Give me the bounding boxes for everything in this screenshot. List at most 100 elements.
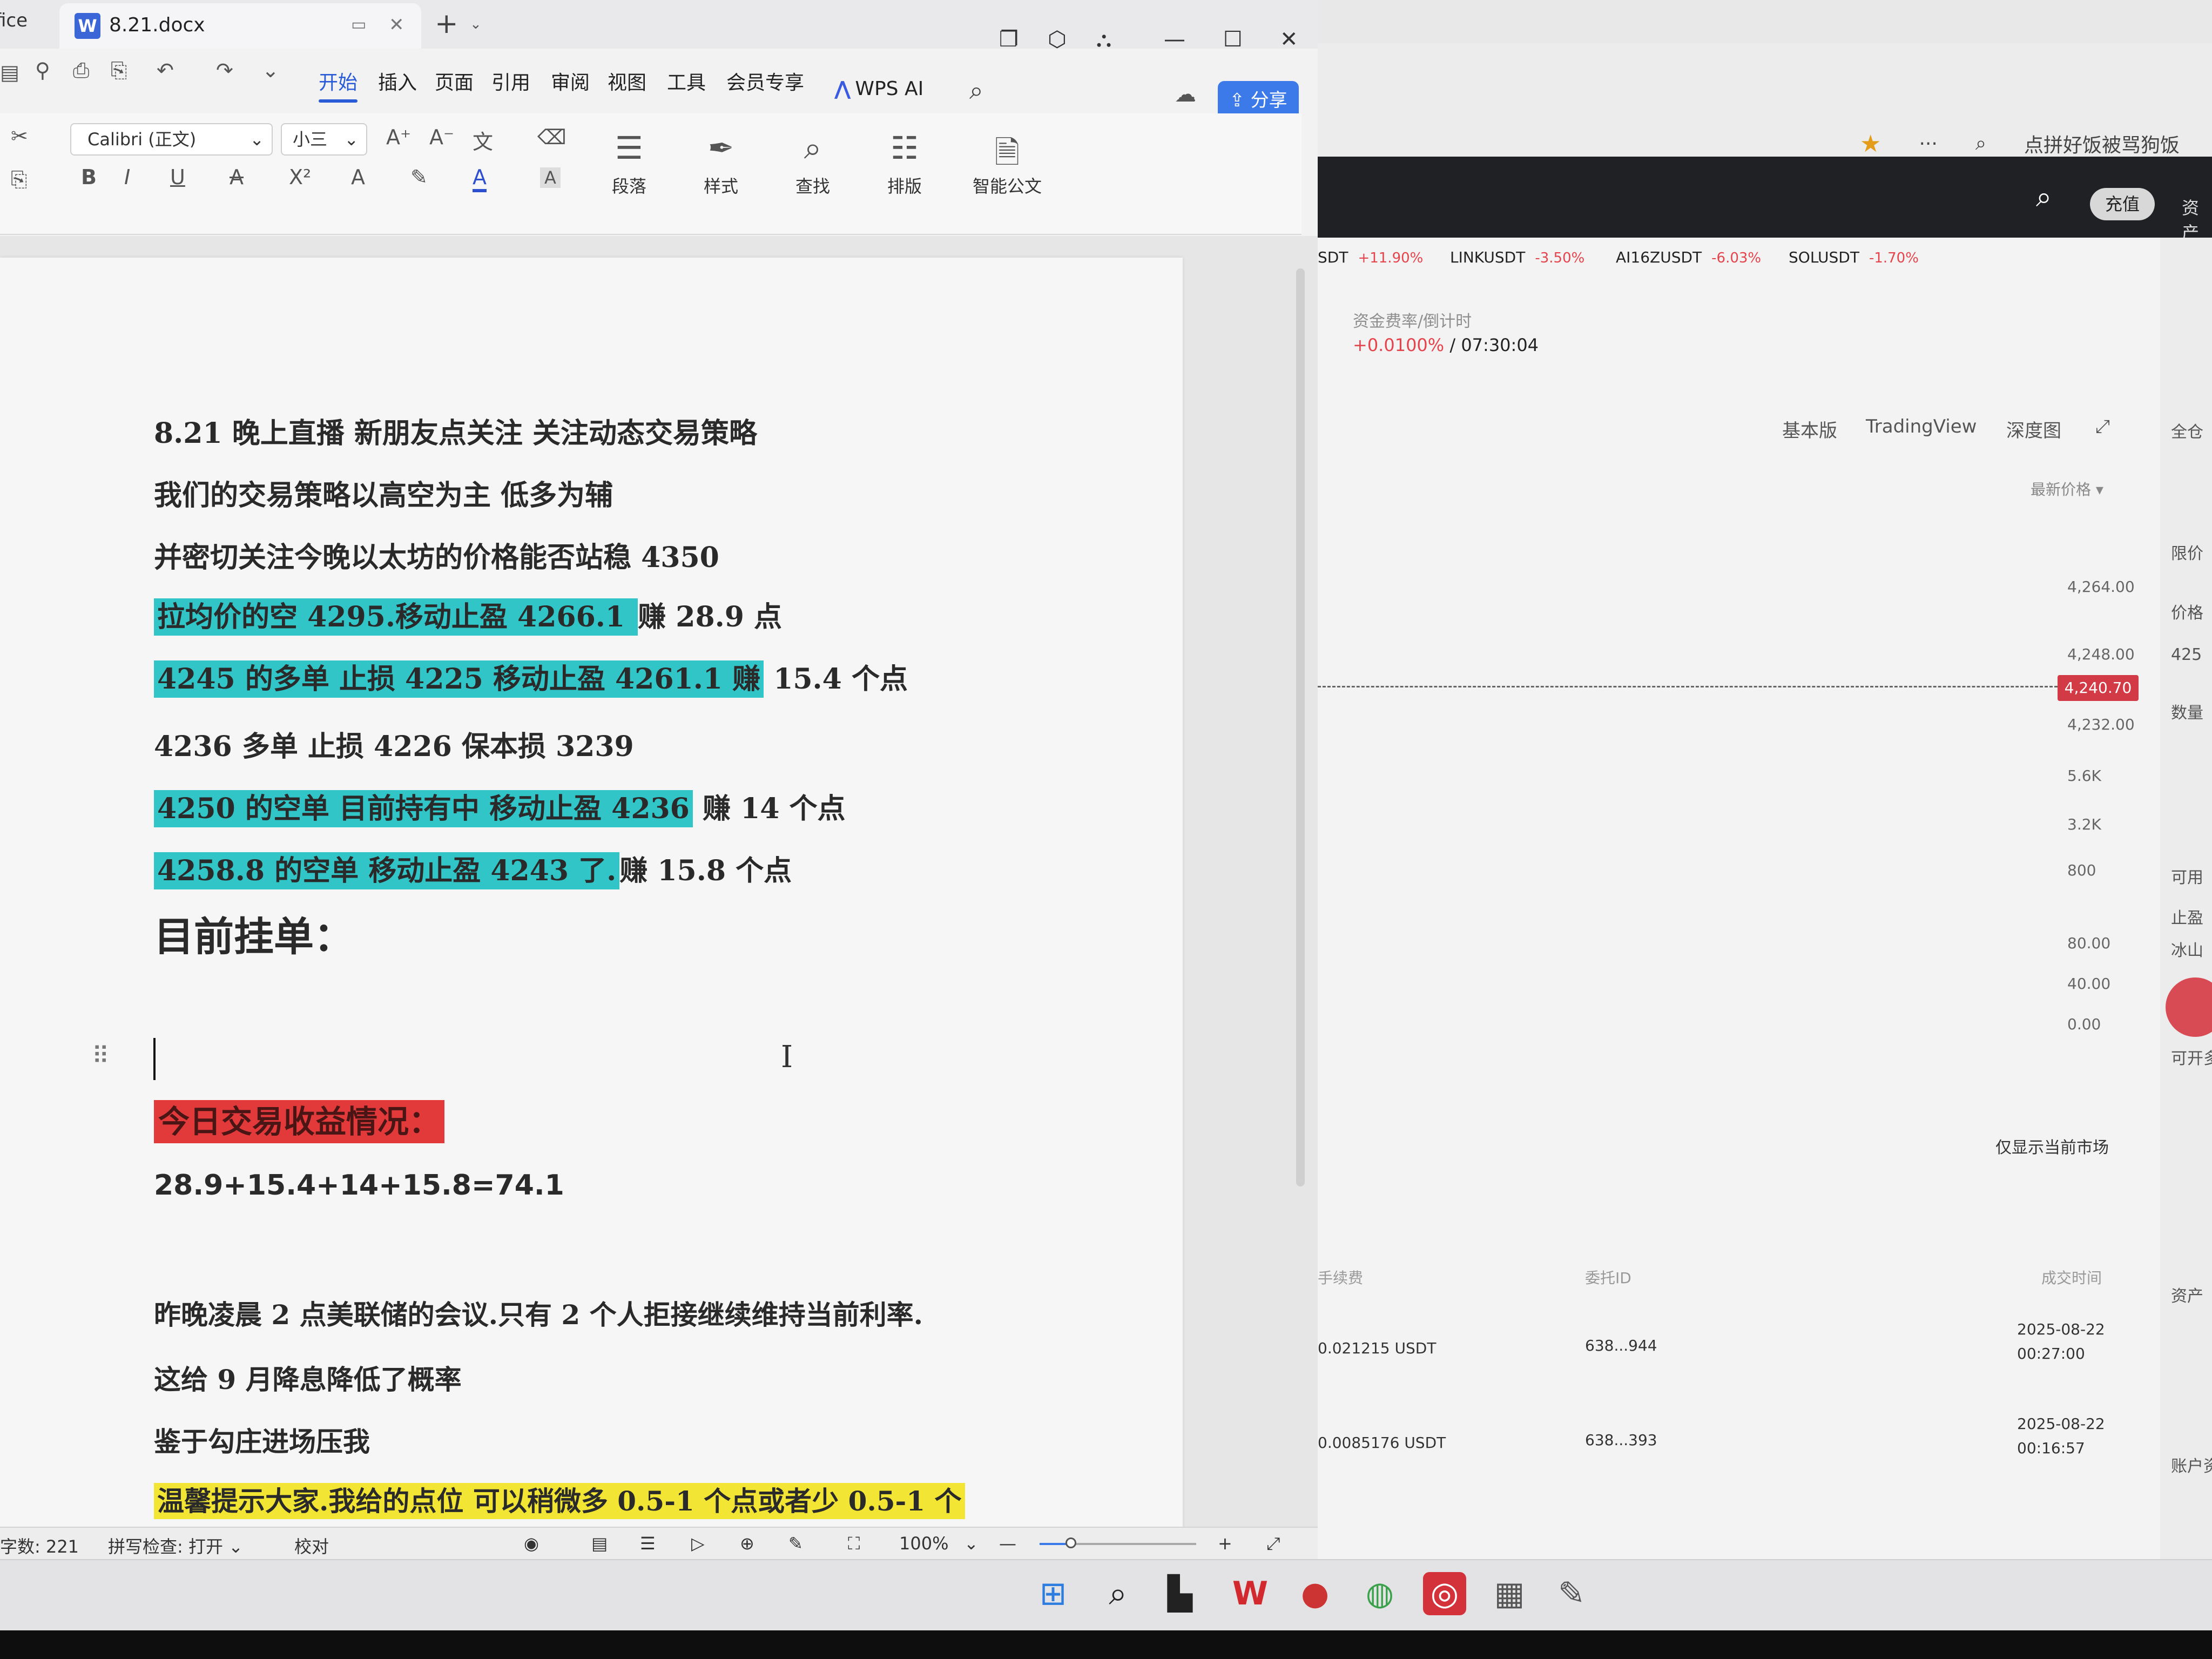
ticker-sdt[interactable]: SDT +11.90% <box>1318 248 1423 266</box>
take-profit-label[interactable]: 止盈 <box>2171 905 2203 928</box>
ticker-linkusdt[interactable]: LINKUSDT -3.50% <box>1450 248 1584 266</box>
cube-icon[interactable]: ⬡ <box>1048 27 1067 52</box>
tab-page[interactable]: 页面 <box>435 67 474 95</box>
font-family-select[interactable]: Calibri (正文) ⌄ <box>70 123 273 156</box>
word-count[interactable]: 字数: 221 <box>0 1533 79 1558</box>
new-tab-button[interactable]: + <box>435 8 458 40</box>
full-position-label[interactable]: 全仓 <box>2171 419 2203 442</box>
window-restore-icon[interactable]: ❐ <box>999 27 1019 52</box>
font-color-icon[interactable]: A <box>473 165 487 192</box>
zoom-level[interactable]: 100% <box>899 1533 948 1554</box>
spell-check-toggle[interactable]: 拼写检查: 打开 ⌄ <box>108 1533 243 1558</box>
tab-tools[interactable]: 工具 <box>667 67 706 95</box>
tab-home[interactable]: 开始 <box>319 67 358 103</box>
underline-icon[interactable]: U <box>170 165 185 189</box>
windows-start-icon[interactable]: ⊞ <box>1031 1572 1075 1615</box>
app-tab-label[interactable]: fice <box>0 10 28 31</box>
paste-icon[interactable]: ⎘ <box>11 167 27 192</box>
monitor-icon[interactable]: ▭ <box>351 15 366 34</box>
phonetic-guide-icon[interactable]: 文 <box>473 125 493 155</box>
font-size-select[interactable]: 小三 ⌄ <box>281 123 367 156</box>
save-icon[interactable]: ▤ <box>0 60 19 84</box>
find-button[interactable]: ⌕ 查找 <box>772 130 853 198</box>
search-icon[interactable]: ⌕ <box>1096 1572 1139 1615</box>
style-button[interactable]: ✒ 样式 <box>680 130 761 198</box>
clear-format-icon[interactable]: ⌫ <box>537 125 567 149</box>
play-icon[interactable]: ▷ <box>691 1533 705 1554</box>
tab-insert[interactable]: 插入 <box>378 67 417 95</box>
iceberg-label[interactable]: 冰山 <box>2171 937 2203 961</box>
undo-icon[interactable]: ↶ <box>157 58 174 82</box>
ticker-ai16zusdt[interactable]: AI16ZUSDT -6.03% <box>1616 248 1761 266</box>
wps-ai-button[interactable]: ⋀ WPS AI <box>834 78 923 100</box>
grow-font-icon[interactable]: A⁺ <box>386 125 411 149</box>
limit-label[interactable]: 限价 <box>2171 540 2203 564</box>
bold-icon[interactable]: B <box>81 165 97 189</box>
web-view-icon[interactable]: ⊕ <box>740 1533 754 1554</box>
char-shading-icon[interactable]: A <box>540 167 561 188</box>
vertical-scrollbar[interactable] <box>1296 268 1305 1186</box>
zoom-slider-knob[interactable] <box>1065 1537 1076 1548</box>
latest-price-dropdown[interactable]: 最新价格 ▾ <box>2031 478 2103 500</box>
tool-icon[interactable]: ✎ <box>1550 1572 1593 1615</box>
file-explorer-icon[interactable]: ▙ <box>1158 1572 1202 1615</box>
zoom-slider[interactable] <box>1040 1537 1196 1548</box>
superscript-icon[interactable]: X² <box>289 165 311 189</box>
drag-handle-icon[interactable]: ⠿ <box>92 1042 109 1070</box>
highlight-icon[interactable]: ✎ <box>410 165 428 189</box>
browser-search-icon[interactable]: ⌕ <box>1975 132 1986 155</box>
paragraph-button[interactable]: ☰ 段落 <box>589 130 670 198</box>
shrink-font-icon[interactable]: A⁻ <box>429 125 454 149</box>
text-effect-icon[interactable]: A <box>351 165 365 189</box>
smart-document-button[interactable]: 🗎 智能公文 <box>967 130 1048 198</box>
exchange-search-icon[interactable]: ⌕ <box>2036 181 2052 214</box>
close-button[interactable]: ✕ <box>1280 27 1298 52</box>
favorite-star-icon[interactable]: ★ <box>1860 130 1881 158</box>
price-value[interactable]: 425 <box>2171 645 2202 664</box>
page-view-icon[interactable]: ▤ <box>591 1533 608 1554</box>
netease-music-icon[interactable]: ◎ <box>1423 1572 1466 1615</box>
fit-page-icon[interactable]: ⛶ <box>848 1533 860 1554</box>
tab-review[interactable]: 审阅 <box>551 67 590 95</box>
tab-tradingview[interactable]: TradingView <box>1866 416 1977 437</box>
only-current-market-toggle[interactable]: 仅显示当前市场 <box>1995 1134 2109 1158</box>
minimize-button[interactable]: — <box>1164 27 1185 52</box>
close-tab-icon[interactable]: ✕ <box>389 14 404 36</box>
ribbon-search-icon[interactable]: ⌕ <box>969 76 983 106</box>
tab-references[interactable]: 引用 <box>491 67 530 95</box>
proofread-button[interactable]: 校对 <box>294 1533 329 1558</box>
quick-access-dropdown[interactable]: ⌄ <box>262 58 279 82</box>
outline-view-icon[interactable]: ☰ <box>640 1533 656 1554</box>
app-icon[interactable]: ● <box>1293 1572 1337 1615</box>
cloud-upload-icon[interactable]: ☁ <box>1175 82 1196 107</box>
user-sync-icon[interactable]: ⛬ <box>1096 27 1111 52</box>
fullscreen-icon[interactable]: ⤢ <box>1266 1533 1280 1554</box>
link-icon[interactable]: ⚲ <box>35 58 50 82</box>
maximize-button[interactable]: ☐ <box>1223 27 1243 52</box>
more-icon[interactable]: ··· <box>1919 133 1937 155</box>
calculator-icon[interactable]: ▦ <box>1488 1572 1531 1615</box>
strikethrough-icon[interactable]: A <box>230 165 244 189</box>
zoom-out-icon[interactable]: — <box>999 1533 1016 1554</box>
ticker-solusdt[interactable]: SOLUSDT -1.70% <box>1789 248 1919 266</box>
tab-view[interactable]: 视图 <box>608 67 646 95</box>
zoom-dropdown-icon[interactable]: ⌄ <box>964 1533 979 1554</box>
wps-icon[interactable]: W <box>1229 1572 1272 1615</box>
layout-button[interactable]: ☷ 排版 <box>864 130 945 198</box>
tab-basic[interactable]: 基本版 <box>1782 416 1837 442</box>
chevron-down-icon[interactable]: ⌄ <box>470 16 482 32</box>
pen-icon[interactable]: ✎ <box>788 1533 803 1554</box>
recharge-button[interactable]: 充值 <box>2090 188 2155 220</box>
tab-member[interactable]: 会员专享 <box>726 67 804 95</box>
eye-protection-icon[interactable]: ◉ <box>524 1533 539 1554</box>
document-tab[interactable]: W 8.21.docx ▭ ✕ <box>59 3 421 49</box>
tab-depth-chart[interactable]: 深度图 <box>2006 416 2061 442</box>
redo-icon[interactable]: ↷ <box>216 58 233 82</box>
assets-link[interactable]: 资产 <box>2182 194 2212 244</box>
browser-search-text[interactable]: 点拼好饭被骂狗饭 <box>2024 130 2180 158</box>
print-icon[interactable]: ⎙ <box>73 58 89 83</box>
cut-icon[interactable]: ✂ <box>11 124 28 148</box>
zoom-in-icon[interactable]: + <box>1218 1533 1232 1554</box>
expand-icon[interactable]: ⤢ <box>2095 416 2110 437</box>
chrome-icon[interactable]: ◍ <box>1358 1572 1401 1615</box>
